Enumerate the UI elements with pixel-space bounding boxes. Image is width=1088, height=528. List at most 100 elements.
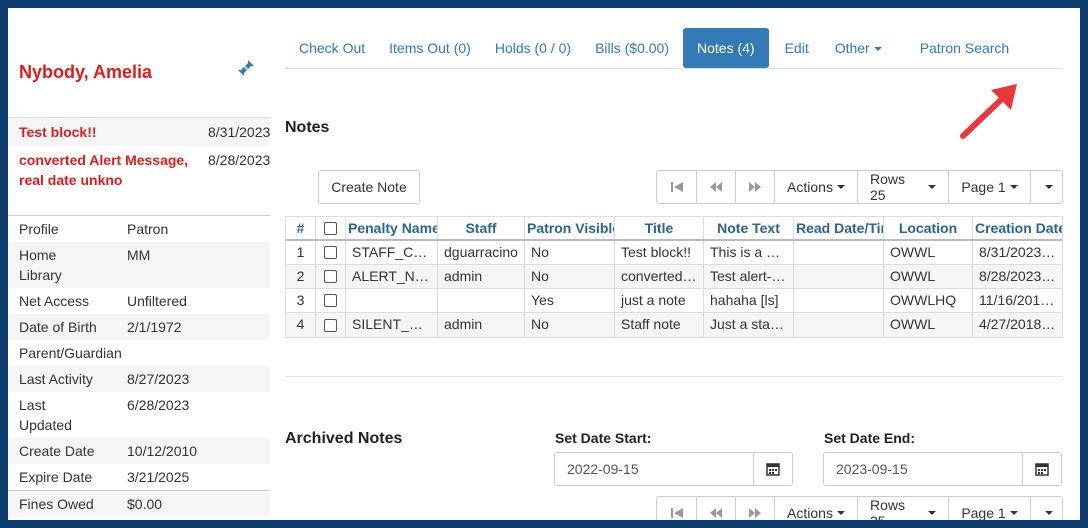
col-header-title[interactable]: Title [615,217,704,239]
row-checkbox[interactable] [316,313,346,337]
col-header-staff[interactable]: Staff [438,217,525,239]
cell-penalty [346,289,438,312]
patron-tabs: Check Out Items Out (0) Holds (0 / 0) Bi… [285,28,1063,69]
tab-other[interactable]: Other [825,28,892,68]
more-options-button[interactable] [1030,497,1062,520]
calendar-icon[interactable] [1022,453,1061,485]
create-note-button[interactable]: Create Note [318,170,420,204]
cell-creation-date: 8/28/2023 09:00 [979,268,1062,284]
tab-holds[interactable]: Holds (0 / 0) [485,28,581,68]
chevron-down-icon [1009,511,1018,515]
col-header-note-text[interactable]: Note Text [704,217,794,239]
tab-notes[interactable]: Notes (4) [683,28,769,68]
cell-location: OWWLHQ [884,289,973,312]
first-page-icon[interactable] [657,171,696,203]
page-dropdown[interactable]: Page 1 [948,171,1030,203]
cell-penalty: SILENT_NOTE [346,313,438,337]
summary-row-last-activity: Last Activity 8/27/2023 [8,366,270,392]
prev-page-icon[interactable] [696,497,735,520]
next-page-icon[interactable] [735,497,774,520]
summary-row-net-access: Net Access Unfiltered [8,288,270,314]
calendar-icon[interactable] [753,453,792,485]
col-header-read-date[interactable]: Read Date/Time [794,217,884,239]
summary-label: Fines Owed [19,496,94,512]
summary-label: Home Library [19,247,62,283]
cell-penalty: ALERT_NOTE [346,265,438,288]
table-row[interactable]: 1 STAFF_CHR dguarracino No Test block!! … [286,241,1062,265]
date-end-value[interactable]: 2023-09-15 [824,453,1022,485]
alert-date: 8/31/2023 [208,124,271,140]
tab-bills[interactable]: Bills ($0.00) [585,28,679,68]
table-row[interactable]: 2 ALERT_NOTE admin No converted Alert Te… [286,265,1062,289]
page-label: Page 1 [961,179,1006,195]
summary-label: Net Access [19,293,90,309]
checkbox-box [324,270,337,283]
date-start-field[interactable]: 2022-09-15 [554,452,793,486]
alert-date: 8/28/2023 [208,152,271,168]
summary-row-last-updated: Last Updated 6/28/2023 [8,392,270,438]
more-options-button[interactable] [1030,171,1062,203]
rows-dropdown[interactable]: Rows 25 [857,497,948,520]
row-num: 1 [286,241,316,264]
actions-dropdown[interactable]: Actions [774,171,857,203]
tab-patron-search[interactable]: Patron Search [910,28,1020,68]
row-checkbox[interactable] [316,241,346,264]
next-page-icon[interactable] [735,171,774,203]
prev-page-icon[interactable] [696,171,735,203]
select-all-checkbox[interactable] [316,217,346,239]
page-label: Page 1 [961,505,1006,520]
table-row[interactable]: 4 SILENT_NOTE admin No Staff note Just a… [286,313,1062,337]
alert-list: Test block!! 8/31/2023 converted Alert M… [8,117,270,194]
col-header-num: # [286,217,316,239]
cell-note-text: Test alert--real [704,265,794,288]
summary-row-home-library: Home Library MM [8,242,270,288]
summary-value: 2/1/1972 [127,319,182,335]
cell-patron-visible: No [525,265,615,288]
checkbox-box [324,294,337,307]
summary-label: Expire Date [19,469,93,485]
first-page-icon[interactable] [657,497,696,520]
cell-penalty: STAFF_CHR [346,241,438,264]
chevron-down-icon [1044,185,1053,189]
summary-row-dob: Date of Birth 2/1/1972 [8,314,270,340]
summary-value: $0.00 [127,496,163,512]
date-end-field[interactable]: 2023-09-15 [823,452,1062,486]
annotation-arrow-icon [960,84,1017,139]
col-header-location[interactable]: Location [884,217,973,239]
table-row[interactable]: 3 Yes just a note hahaha [ls] OWWLHQ 11/… [286,289,1062,313]
col-header-penalty[interactable]: Penalty Name [346,217,438,239]
cell-title: just a note [615,289,704,312]
notes-grid: # Penalty Name Staff Patron Visible Titl… [285,216,1063,338]
notes-grid-toolbar: Actions Rows 25 Page 1 [656,170,1063,204]
date-start-value[interactable]: 2022-09-15 [555,453,753,485]
summary-row-expire-date: Expire Date 3/21/2025 [8,464,270,490]
patron-summary: Profile Patron Home Library MM Net Acces… [8,215,270,517]
collapse-icon[interactable] [236,58,256,78]
summary-label: Last Updated [19,397,72,433]
cell-creation-date: 11/16/2018 12:00 [979,292,1062,308]
chevron-down-icon [1009,185,1018,189]
rows-dropdown[interactable]: Rows 25 [857,171,948,203]
cell-staff [438,289,525,312]
checkbox-box [324,246,337,259]
main-panel: Check Out Items Out (0) Holds (0 / 0) Bi… [285,8,1063,520]
actions-dropdown[interactable]: Actions [774,497,857,520]
summary-value: Unfiltered [127,293,187,309]
tab-edit[interactable]: Edit [775,28,819,68]
tab-items-out[interactable]: Items Out (0) [379,28,481,68]
cell-note-text: This is a block [704,241,794,264]
row-checkbox[interactable] [316,289,346,312]
cell-title: Test block!! [615,241,704,264]
page-dropdown[interactable]: Page 1 [948,497,1030,520]
rows-label: Rows 25 [870,497,906,520]
col-header-patron-visible[interactable]: Patron Visible [525,217,615,239]
summary-label: Parent/Guardian [19,345,122,361]
summary-row-fines: Fines Owed $0.00 [8,490,270,517]
alert-text: Test block!! [19,124,97,140]
row-checkbox[interactable] [316,265,346,288]
tab-check-out[interactable]: Check Out [289,28,375,68]
summary-value [122,343,270,363]
col-header-creation-date[interactable]: Creation Date [973,217,1062,239]
row-num: 4 [286,313,316,337]
cell-note-text: Just a staff note [704,313,794,337]
